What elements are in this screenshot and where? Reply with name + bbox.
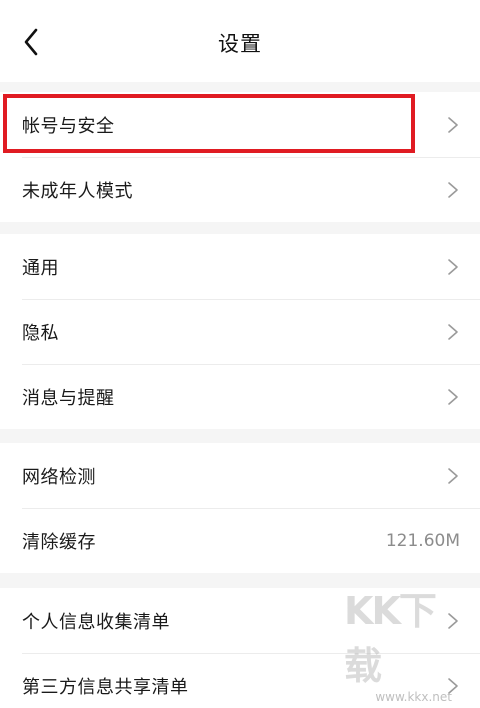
menu-item-clear-cache[interactable]: 清除缓存 121.60M — [0, 508, 480, 573]
settings-group-network: 网络检测 清除缓存 121.60M — [0, 443, 480, 573]
settings-group-general: 通用 隐私 消息与提醒 — [0, 234, 480, 429]
menu-item-third-party-share-list[interactable]: 第三方信息共享清单 — [0, 653, 480, 708]
menu-item-label: 清除缓存 — [22, 531, 96, 553]
top-bar: 设置 — [0, 0, 480, 82]
menu-item-label: 个人信息收集清单 — [22, 611, 170, 633]
chevron-right-icon — [448, 323, 458, 340]
menu-item-label: 帐号与安全 — [22, 115, 115, 137]
cache-size-value: 121.60M — [385, 530, 460, 551]
menu-item-label: 第三方信息共享清单 — [22, 676, 189, 698]
menu-item-notifications[interactable]: 消息与提醒 — [0, 364, 480, 429]
settings-page: 设置 帐号与安全 未成年人模式 通用 隐私 消息与提醒 网络检测 清除缓存 12… — [0, 0, 480, 708]
menu-item-general[interactable]: 通用 — [0, 234, 480, 299]
chevron-right-icon — [448, 181, 458, 198]
settings-group-account: 帐号与安全 未成年人模式 — [0, 92, 480, 222]
chevron-right-icon — [448, 677, 458, 694]
chevron-right-icon — [448, 612, 458, 629]
menu-item-label: 通用 — [22, 257, 59, 279]
menu-item-label: 隐私 — [22, 322, 59, 344]
menu-item-minor-mode[interactable]: 未成年人模式 — [0, 157, 480, 222]
page-title: 设置 — [218, 32, 262, 56]
menu-item-privacy[interactable]: 隐私 — [0, 299, 480, 364]
menu-item-account-security[interactable]: 帐号与安全 — [0, 92, 480, 157]
chevron-right-icon — [448, 388, 458, 405]
settings-group-info: 个人信息收集清单 第三方信息共享清单 — [0, 588, 480, 708]
chevron-right-icon — [448, 258, 458, 275]
menu-item-network-check[interactable]: 网络检测 — [0, 443, 480, 508]
chevron-right-icon — [448, 116, 458, 133]
menu-item-label: 消息与提醒 — [22, 387, 115, 409]
menu-item-personal-info-list[interactable]: 个人信息收集清单 — [0, 588, 480, 653]
menu-item-label: 未成年人模式 — [22, 180, 133, 202]
chevron-right-icon — [448, 467, 458, 484]
menu-item-label: 网络检测 — [22, 466, 96, 488]
